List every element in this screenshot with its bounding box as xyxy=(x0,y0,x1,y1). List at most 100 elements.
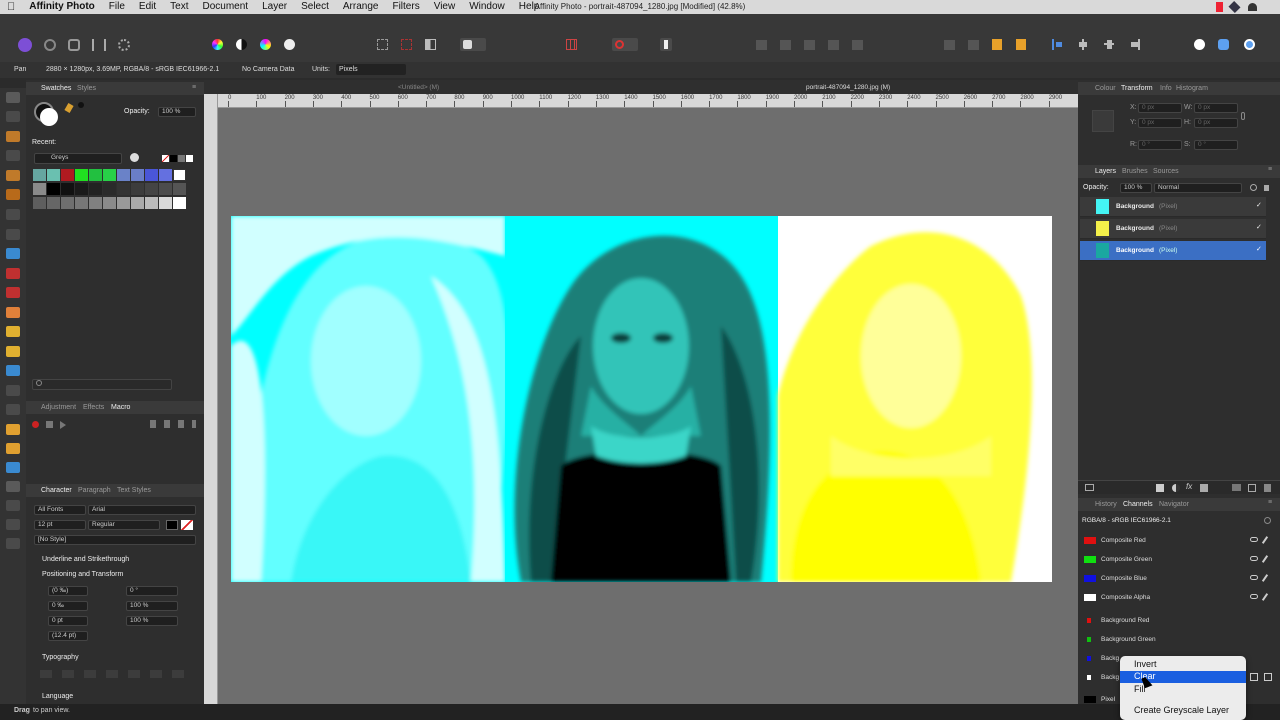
layer-stack-icon[interactable] xyxy=(1085,484,1094,491)
tracking-field[interactable]: 0 ‰ xyxy=(48,601,88,611)
swatch[interactable] xyxy=(117,169,130,181)
horizontal-scale-field[interactable]: 100 % xyxy=(126,601,178,611)
move-tool-icon[interactable] xyxy=(6,111,20,122)
black-dot-icon[interactable] xyxy=(78,102,84,108)
persona-liquify-icon[interactable] xyxy=(44,39,56,51)
vertical-scale-field[interactable]: 100 % xyxy=(126,616,178,626)
white-balance-icon[interactable] xyxy=(284,39,295,50)
swatch[interactable] xyxy=(117,183,130,195)
blemish-tool-icon[interactable] xyxy=(6,385,20,396)
swatch[interactable] xyxy=(145,169,158,181)
swatch[interactable] xyxy=(103,197,116,209)
layer-row-selected[interactable]: Background (Pixel) ✓ xyxy=(1080,241,1266,261)
delete-layer-icon[interactable] xyxy=(1264,484,1271,492)
typography-buttons[interactable] xyxy=(40,670,190,678)
layer-visibility-check[interactable]: ✓ xyxy=(1256,201,1262,209)
mask-layer-icon[interactable] xyxy=(1156,484,1164,492)
stroke-colour-well[interactable] xyxy=(40,108,58,126)
swatch[interactable] xyxy=(75,169,88,181)
assistant-icon[interactable] xyxy=(660,38,672,51)
tab-channels[interactable]: Channels xyxy=(1123,501,1153,508)
erase-tool-icon[interactable] xyxy=(6,307,20,318)
apple-icon[interactable]:  xyxy=(0,0,22,14)
group-icon[interactable] xyxy=(1232,484,1241,491)
swatch[interactable] xyxy=(33,169,46,181)
play-macro-icon[interactable] xyxy=(60,421,66,429)
settings-icon[interactable] xyxy=(1244,39,1255,50)
persona-export-icon[interactable] xyxy=(118,39,130,51)
tab-histogram[interactable]: Histogram xyxy=(1176,85,1208,92)
swatch[interactable] xyxy=(89,183,102,195)
mesh-warp-icon[interactable] xyxy=(6,519,20,530)
arrange-back-icon[interactable] xyxy=(756,40,767,50)
help-bubble-icon[interactable] xyxy=(1194,39,1205,50)
leading-field[interactable]: (12.4 pt) xyxy=(48,631,88,641)
pen-tool-icon[interactable] xyxy=(6,404,20,415)
menu-filters[interactable]: Filters xyxy=(385,0,426,14)
shape-tool-icon[interactable] xyxy=(6,462,20,473)
layer-settings-icon[interactable] xyxy=(1250,184,1257,191)
boolean-intersect-icon[interactable] xyxy=(992,39,1002,50)
channel-row[interactable]: Composite Blue xyxy=(1078,570,1280,588)
contrast-icon[interactable] xyxy=(236,39,247,50)
tab-layers[interactable]: Layers xyxy=(1095,168,1116,175)
persona-photo-icon[interactable] xyxy=(18,38,32,52)
palette-options-icon[interactable] xyxy=(130,153,139,162)
share-icon[interactable] xyxy=(1218,39,1229,50)
channel-row[interactable]: Composite Alpha xyxy=(1078,589,1280,607)
pan-tool-icon[interactable] xyxy=(6,92,20,103)
tab-effects[interactable]: Effects xyxy=(83,404,104,411)
wifi-icon[interactable] xyxy=(1248,3,1257,11)
swatch[interactable] xyxy=(131,169,144,181)
white-swatch-small[interactable] xyxy=(186,155,193,162)
snapping-icon[interactable] xyxy=(612,38,638,51)
channel-row[interactable]: Background Red xyxy=(1078,612,1280,630)
eye-icon[interactable] xyxy=(1250,537,1258,542)
marquee-tool-icon[interactable] xyxy=(6,209,20,220)
layer-row[interactable]: Background (Pixel) ✓ xyxy=(1080,197,1266,217)
font-style-select[interactable]: Regular xyxy=(88,520,160,530)
eye-icon[interactable] xyxy=(1250,556,1258,561)
eyedropper-icon[interactable] xyxy=(64,103,74,113)
tab-character[interactable]: Character xyxy=(41,487,72,494)
arrange-front-icon[interactable] xyxy=(828,40,839,50)
grey-swatch-small[interactable] xyxy=(178,155,185,162)
persona-develop-icon[interactable] xyxy=(68,39,80,51)
section-typography[interactable]: Typography xyxy=(42,654,79,661)
opacity-field[interactable]: 100 % xyxy=(158,107,196,117)
menu-file[interactable]: File xyxy=(102,0,132,14)
fx-icon[interactable]: fx xyxy=(1186,482,1192,491)
eye-icon[interactable] xyxy=(1250,575,1258,580)
swatch[interactable] xyxy=(159,197,172,209)
tab-swatches[interactable]: Swatches xyxy=(41,85,71,92)
swatch[interactable] xyxy=(89,197,102,209)
tab-styles[interactable]: Styles xyxy=(77,85,96,92)
panel-menu-icon[interactable]: ≡ xyxy=(192,84,196,91)
swatch[interactable] xyxy=(103,183,116,195)
brush-tool-icon[interactable] xyxy=(6,131,20,142)
view-tool-icon[interactable] xyxy=(6,500,20,511)
persona-tonemap-icon[interactable] xyxy=(92,39,106,51)
record-macro-icon[interactable] xyxy=(32,421,39,428)
colour-picker-icon[interactable] xyxy=(6,229,20,240)
stop-macro-icon[interactable] xyxy=(46,421,53,428)
menu-text[interactable]: Text xyxy=(163,0,195,14)
menu-select[interactable]: Select xyxy=(294,0,336,14)
menu-view[interactable]: View xyxy=(427,0,463,14)
tab-untitled[interactable]: <Untitled> (M) xyxy=(398,84,439,91)
swatch[interactable] xyxy=(131,183,144,195)
add-layer-icon[interactable] xyxy=(1248,484,1256,492)
menu-layer[interactable]: Layer xyxy=(255,0,294,14)
pencil-icon[interactable] xyxy=(1261,536,1269,544)
boolean-subtract-icon[interactable] xyxy=(968,40,979,50)
selection-marquee-icon[interactable] xyxy=(377,39,388,50)
freehand-tool-icon[interactable] xyxy=(6,443,20,454)
dodge-tool-icon[interactable] xyxy=(6,326,20,337)
align-center-icon[interactable] xyxy=(1078,39,1088,50)
swatch[interactable] xyxy=(33,197,46,209)
swatch[interactable] xyxy=(61,183,74,195)
swatch[interactable] xyxy=(61,169,74,181)
shear-field-right[interactable]: 0 ° xyxy=(1194,140,1238,150)
channel-row[interactable]: Composite Green xyxy=(1078,551,1280,569)
swatch[interactable] xyxy=(103,169,116,181)
